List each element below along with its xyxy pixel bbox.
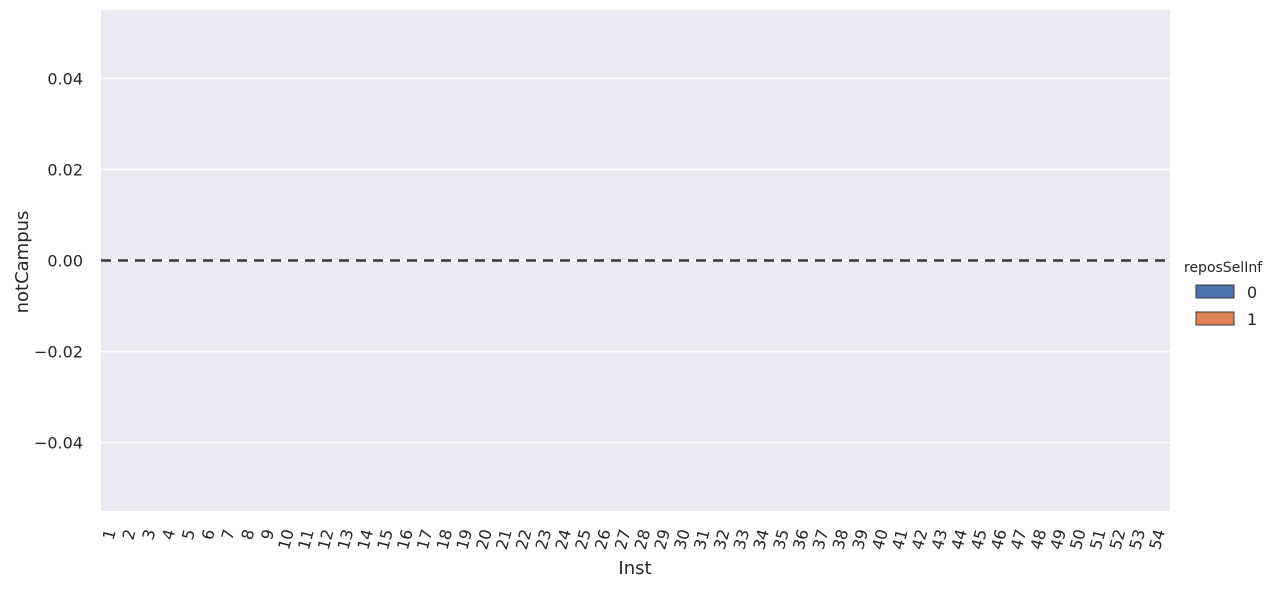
x-tick-label: 36 xyxy=(789,527,813,552)
x-tick-label: 45 xyxy=(967,527,991,552)
x-tick-label: 50 xyxy=(1066,527,1090,552)
x-tick-label: 40 xyxy=(868,527,892,552)
x-tick-label: 25 xyxy=(571,527,595,552)
x-tick-label: 8 xyxy=(237,527,258,542)
x-tick-label: 54 xyxy=(1145,527,1169,552)
x-tick-label: 22 xyxy=(512,527,536,552)
x-tick-label: 46 xyxy=(987,527,1011,552)
x-tick-label: 5 xyxy=(178,527,199,542)
x-tick-label: 47 xyxy=(1007,527,1031,552)
x-tick-label: 53 xyxy=(1126,527,1150,552)
y-tick-label: 0.00 xyxy=(47,252,83,271)
legend-label-0: 0 xyxy=(1247,283,1257,302)
x-tick-label: 2 xyxy=(119,527,140,542)
legend-label-1: 1 xyxy=(1247,310,1257,329)
legend-swatch-0 xyxy=(1195,284,1235,299)
x-tick-label: 17 xyxy=(413,527,437,552)
x-tick-label: 51 xyxy=(1086,527,1110,552)
x-tick-label: 12 xyxy=(314,527,338,552)
x-tick-label: 9 xyxy=(257,527,278,542)
x-tick-label: 41 xyxy=(888,527,912,552)
legend: reposSelInf 0 1 xyxy=(1184,260,1263,329)
x-axis-label: Inst xyxy=(618,558,651,579)
x-tick-label: 29 xyxy=(650,527,674,552)
x-tick-label: 26 xyxy=(591,527,615,552)
y-tick-label: 0.04 xyxy=(47,69,83,88)
x-tick-label: 43 xyxy=(928,527,952,552)
x-tick-label: 18 xyxy=(433,527,457,552)
x-tick-label: 37 xyxy=(809,527,833,552)
x-tick-label: 28 xyxy=(631,527,655,552)
x-tick-label: 33 xyxy=(730,527,754,552)
x-tick-label: 3 xyxy=(138,527,159,542)
x-tick-label: 6 xyxy=(198,527,219,542)
x-tick-label: 19 xyxy=(452,527,476,552)
legend-swatch-1 xyxy=(1195,311,1235,326)
x-tick-label: 4 xyxy=(158,527,179,542)
x-tick-label: 7 xyxy=(218,527,239,542)
x-tick-label: 34 xyxy=(749,527,773,552)
y-tick-label: −0.04 xyxy=(34,434,83,453)
x-tick-label: 20 xyxy=(472,527,496,552)
x-tick-label: 42 xyxy=(908,527,932,552)
x-tick-label: 48 xyxy=(1027,527,1051,552)
y-tick-label: 0.02 xyxy=(47,160,83,179)
x-tick-label: 1 xyxy=(99,527,120,542)
bar-chart: −0.04−0.020.000.020.04 12345678910111213… xyxy=(12,10,1263,579)
x-tick-label: 32 xyxy=(710,527,734,552)
y-tick-labels: −0.04 −0.02 0.00 0.02 0.04 xyxy=(34,69,83,452)
x-tick-label: 16 xyxy=(393,527,417,552)
x-tick-label: 14 xyxy=(353,527,377,552)
x-tick-label: 24 xyxy=(551,527,575,552)
y-axis-label: notCampus xyxy=(12,211,33,314)
x-tick-label: 52 xyxy=(1106,527,1130,552)
x-tick-label: 27 xyxy=(611,527,635,552)
x-tick-label: 39 xyxy=(848,527,872,552)
y-tick-label: −0.02 xyxy=(34,343,83,362)
x-tick-label: 35 xyxy=(769,527,793,552)
x-tick-label: 13 xyxy=(334,527,358,552)
x-tick-label: 10 xyxy=(274,527,298,552)
x-tick-labels: 1234567891011121314151617181920212223242… xyxy=(99,527,1169,552)
legend-title: reposSelInf xyxy=(1184,260,1263,276)
x-tick-label: 15 xyxy=(373,527,397,552)
x-tick-label: 11 xyxy=(294,527,318,552)
x-tick-label: 44 xyxy=(947,527,971,552)
x-tick-label: 23 xyxy=(532,527,556,552)
x-tick-label: 49 xyxy=(1046,527,1070,552)
x-tick-label: 21 xyxy=(492,527,516,552)
x-tick-label: 38 xyxy=(829,527,853,552)
x-tick-label: 31 xyxy=(690,527,714,552)
x-tick-label: 30 xyxy=(670,527,694,552)
